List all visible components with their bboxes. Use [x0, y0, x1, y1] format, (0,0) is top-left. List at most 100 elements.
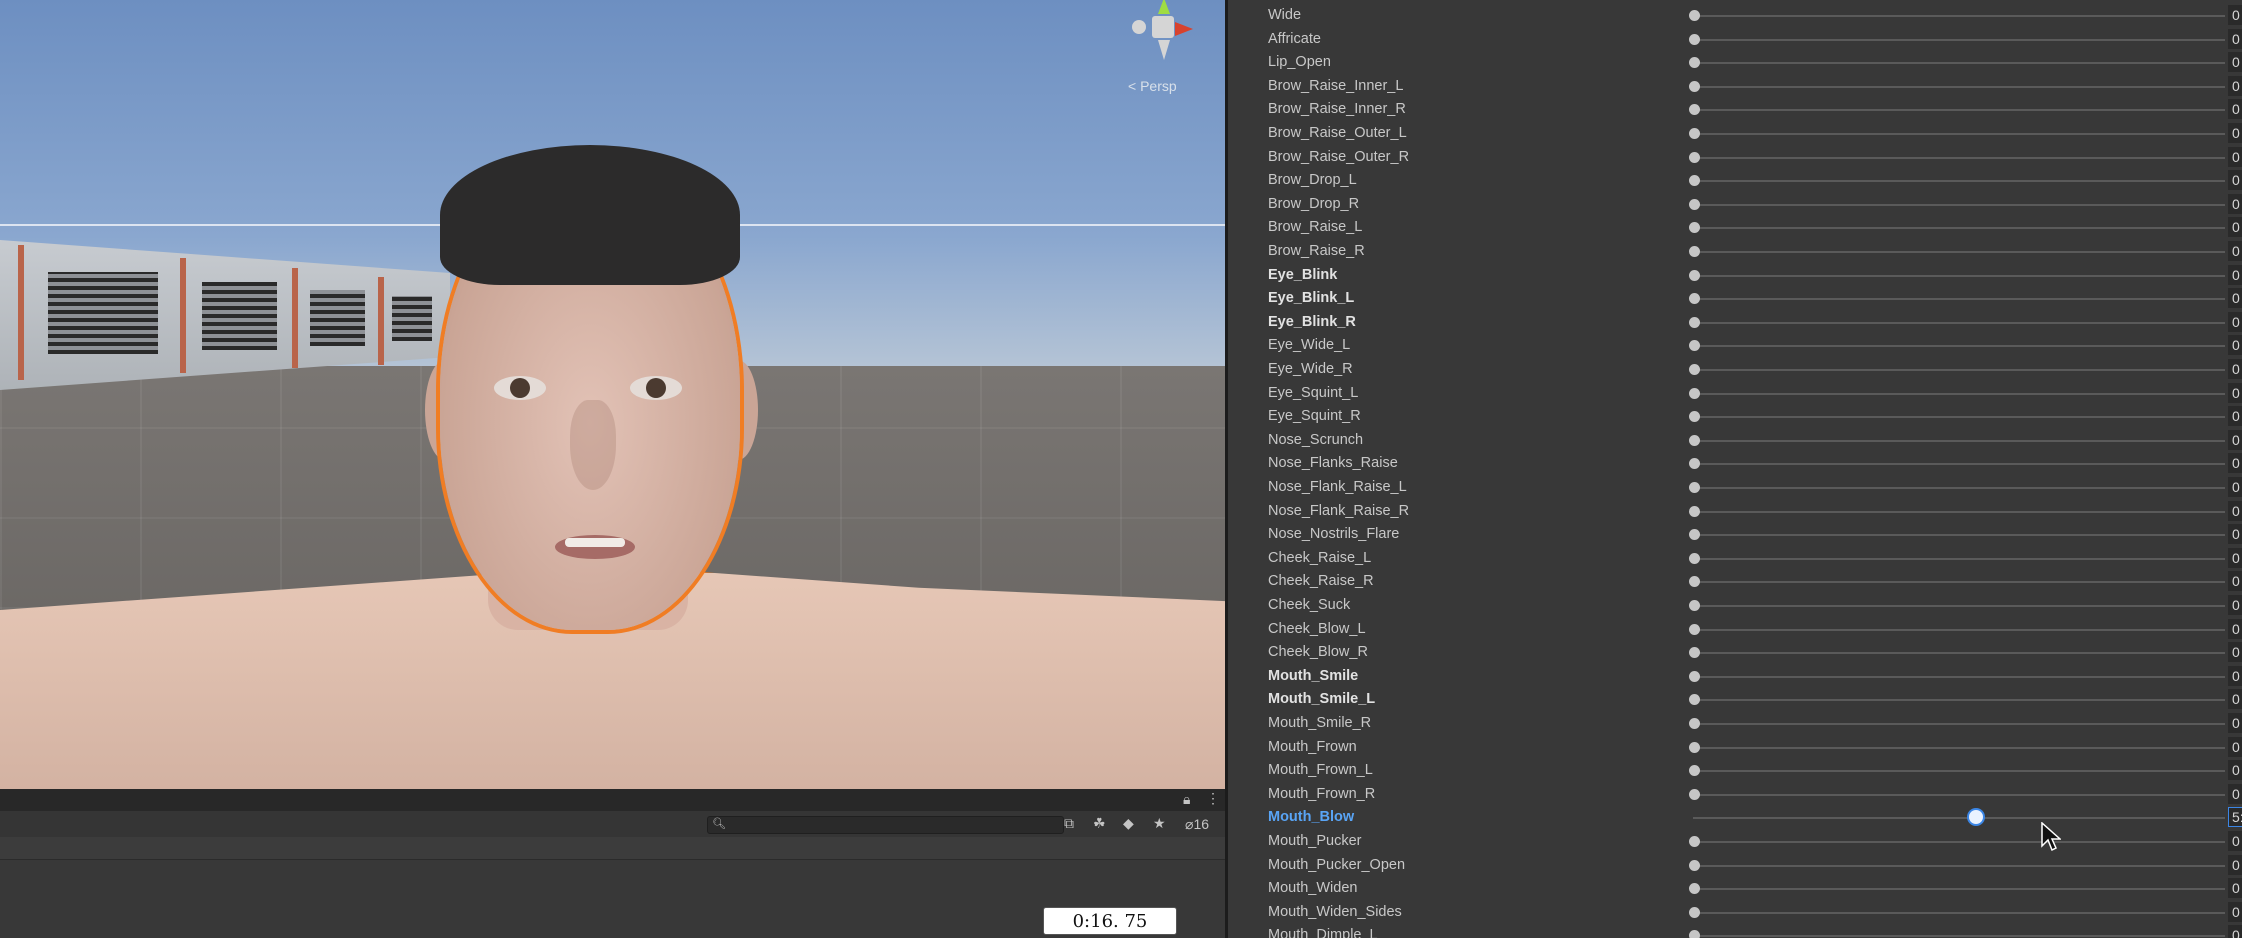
blendshape-value-field[interactable]: 0 — [2228, 901, 2242, 922]
blendshape-value-field[interactable]: 0 — [2228, 170, 2242, 191]
blendshape-slider-handle[interactable] — [1688, 434, 1700, 446]
blendshape-slider-handle[interactable] — [1688, 623, 1700, 635]
blendshape-value-field[interactable]: 0 — [2228, 500, 2242, 521]
blendshape-slider-track[interactable] — [1693, 180, 2225, 183]
blendshape-value-field[interactable]: 0 — [2228, 52, 2242, 73]
panel-row[interactable] — [0, 837, 1225, 860]
gizmo-z-axis[interactable] — [1158, 40, 1170, 60]
blendshape-value-field[interactable]: 0 — [2228, 241, 2242, 261]
blendshape-value-field[interactable]: 0 — [2228, 571, 2242, 592]
search-input[interactable]: 🔍︎ — [707, 816, 1064, 834]
blendshape-slider-track[interactable] — [1693, 935, 2225, 938]
blendshape-value-field[interactable]: 0 — [2228, 524, 2242, 545]
blendshape-slider-handle[interactable] — [1688, 175, 1700, 187]
blendshape-slider-track[interactable] — [1693, 416, 2225, 419]
blendshape-slider-track[interactable] — [1693, 510, 2225, 513]
blendshape-slider-handle[interactable] — [1688, 33, 1700, 45]
blendshape-slider-track[interactable] — [1693, 605, 2225, 607]
blendshape-slider-track[interactable] — [1693, 203, 2225, 206]
blendshape-value-field[interactable]: 5: — [2228, 807, 2242, 828]
kebab-menu-icon[interactable]: ⋮ — [1206, 790, 1220, 807]
blendshape-slider-track[interactable] — [1693, 274, 2225, 277]
blendshape-value-field[interactable]: 0 — [2228, 595, 2242, 615]
blendshape-slider-track[interactable] — [1693, 227, 2225, 230]
blendshape-slider-track[interactable] — [1693, 62, 2225, 65]
blendshape-slider-track[interactable] — [1693, 841, 2225, 843]
blendshape-value-field[interactable]: 0 — [2228, 75, 2242, 96]
blendshape-slider-track[interactable] — [1693, 888, 2225, 891]
blendshape-slider-handle[interactable] — [1688, 458, 1700, 470]
blendshape-value-field[interactable]: 0 — [2228, 123, 2242, 143]
blendshape-slider-handle[interactable] — [1688, 552, 1700, 564]
blendshape-slider-track[interactable] — [1693, 534, 2225, 537]
blendshape-slider-handle[interactable] — [1688, 859, 1700, 871]
projection-toggle[interactable]: < Persp — [1128, 78, 1177, 94]
blendshape-slider-handle[interactable] — [1688, 600, 1700, 611]
blendshape-value-field[interactable]: 0 — [2228, 783, 2242, 804]
blendshape-slider-track[interactable] — [1693, 321, 2225, 324]
blendshape-slider-track[interactable] — [1693, 439, 2225, 442]
type-filter-icon[interactable]: ☘ — [1093, 815, 1106, 832]
blendshape-slider-handle[interactable] — [1688, 883, 1700, 895]
blendshape-slider-track[interactable] — [1693, 557, 2225, 560]
blendshape-slider-handle[interactable] — [1688, 293, 1700, 305]
blendshape-slider-handle[interactable] — [1688, 57, 1700, 69]
blendshape-value-field[interactable]: 0 — [2228, 311, 2242, 332]
blendshape-slider-track[interactable] — [1693, 817, 2225, 820]
blendshape-value-field[interactable]: 0 — [2228, 429, 2242, 450]
blendshape-value-field[interactable]: 0 — [2228, 146, 2242, 167]
gizmo-negative-x-axis[interactable] — [1132, 20, 1146, 34]
blendshape-slider-handle[interactable] — [1688, 411, 1700, 423]
blendshape-value-field[interactable]: 0 — [2228, 406, 2242, 427]
blendshape-value-field[interactable]: 0 — [2228, 547, 2242, 568]
scene-view[interactable]: < Persp — [0, 0, 1225, 789]
blendshape-slider-track[interactable] — [1693, 581, 2225, 584]
hidden-count-badge[interactable]: ⌀16 — [1185, 816, 1209, 833]
blendshape-slider-track[interactable] — [1693, 109, 2225, 112]
blendshape-slider-track[interactable] — [1693, 392, 2225, 395]
scene-search-icon[interactable]: ⧉ — [1064, 815, 1074, 832]
blendshape-value-field[interactable]: 0 — [2228, 760, 2242, 781]
blendshape-slider-handle[interactable] — [1688, 269, 1700, 281]
blendshape-slider-handle[interactable] — [1688, 836, 1700, 847]
star-icon[interactable]: ★ — [1153, 815, 1166, 832]
blendshape-value-field[interactable]: 0 — [2228, 217, 2242, 238]
gizmo-center-cube[interactable] — [1152, 16, 1174, 38]
blendshape-slider-handle[interactable] — [1688, 788, 1700, 800]
blendshape-slider-handle[interactable] — [1688, 505, 1700, 517]
blendshape-slider-handle[interactable] — [1688, 222, 1700, 234]
blendshape-slider-track[interactable] — [1693, 911, 2225, 914]
blendshape-value-field[interactable]: 0 — [2228, 831, 2242, 851]
blendshape-slider-handle[interactable] — [1688, 906, 1700, 918]
blendshape-value-field[interactable]: 0 — [2228, 642, 2242, 663]
blendshape-slider-track[interactable] — [1693, 723, 2225, 725]
blendshape-slider-handle[interactable] — [1688, 340, 1700, 352]
blendshape-value-field[interactable]: 0 — [2228, 28, 2242, 49]
blendshape-slider-handle[interactable] — [1688, 128, 1700, 139]
blendshape-slider-track[interactable] — [1693, 38, 2225, 41]
blendshape-slider-handle[interactable] — [1688, 387, 1700, 399]
blendshape-slider-handle[interactable] — [1688, 246, 1700, 257]
blendshape-slider-track[interactable] — [1693, 746, 2225, 749]
blendshape-slider-handle[interactable] — [1688, 104, 1700, 116]
blendshape-value-field[interactable]: 0 — [2228, 264, 2242, 285]
blendshape-slider-track[interactable] — [1693, 133, 2225, 135]
blendshape-value-field[interactable]: 0 — [2228, 618, 2242, 639]
blendshape-value-field[interactable]: 0 — [2228, 359, 2242, 379]
blendshape-value-field[interactable]: 0 — [2228, 854, 2242, 875]
blendshape-slider-track[interactable] — [1693, 463, 2225, 466]
blendshape-slider-handle[interactable] — [1688, 80, 1700, 92]
blendshape-value-field[interactable]: 0 — [2228, 878, 2242, 899]
blendshape-slider-track[interactable] — [1693, 85, 2225, 88]
blendshape-slider-track[interactable] — [1693, 298, 2225, 301]
blendshape-value-field[interactable]: 0 — [2228, 99, 2242, 120]
blendshape-value-field[interactable]: 0 — [2228, 925, 2242, 938]
blendshape-slider-track[interactable] — [1693, 652, 2225, 655]
blendshape-slider-handle[interactable] — [1688, 718, 1700, 729]
blendshape-value-field[interactable]: 0 — [2228, 477, 2242, 497]
blendshape-value-field[interactable]: 0 — [2228, 453, 2242, 474]
blendshape-slider-handle[interactable] — [1968, 810, 1983, 825]
blendshape-slider-track[interactable] — [1693, 699, 2225, 702]
blendshape-slider-track[interactable] — [1693, 251, 2225, 253]
blendshape-slider-handle[interactable] — [1688, 482, 1700, 493]
